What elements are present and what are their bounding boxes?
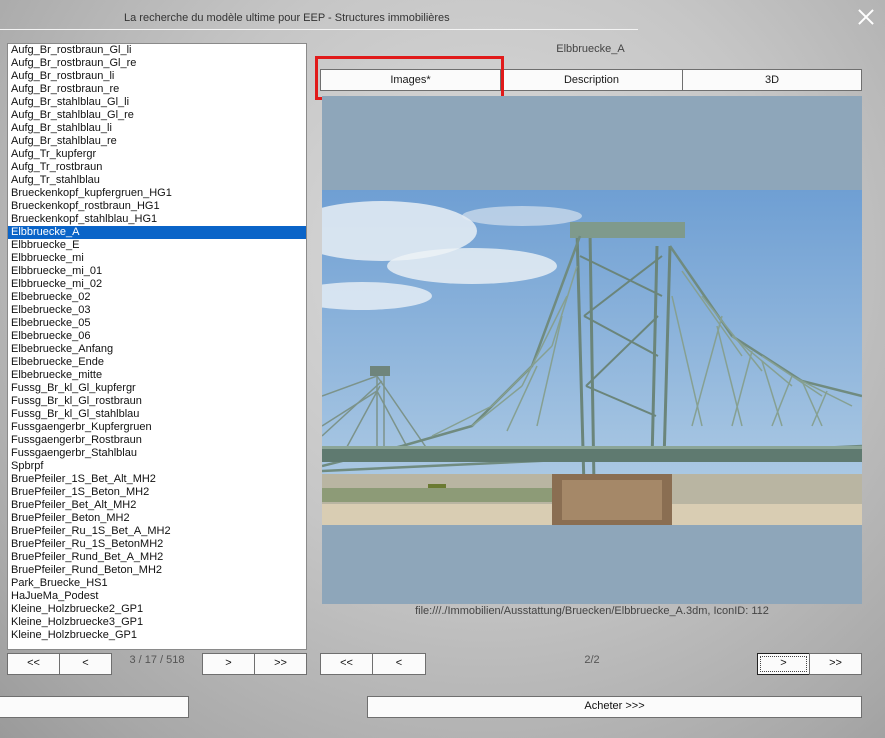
list-counter: 3 / 17 / 518	[129, 654, 185, 666]
close-icon[interactable]	[855, 6, 877, 28]
list-item[interactable]: Park_Bruecke_HS1	[8, 577, 306, 590]
list-item[interactable]: Elbebruecke_06	[8, 330, 306, 343]
list-item[interactable]: Aufg_Br_rostbraun_li	[8, 70, 306, 83]
list-item[interactable]: Aufg_Br_stahlblau_li	[8, 122, 306, 135]
list-prev-button[interactable]: <	[59, 653, 112, 675]
list-last-button[interactable]: >>	[254, 653, 307, 675]
list-item[interactable]: Aufg_Br_stahlblau_Gl_li	[8, 96, 306, 109]
list-item[interactable]: Aufg_Br_rostbraun_re	[8, 83, 306, 96]
list-item[interactable]: Elbebruecke_03	[8, 304, 306, 317]
list-item[interactable]: BruePfeiler_Rund_Beton_MH2	[8, 564, 306, 577]
list-item[interactable]: BruePfeiler_Ru_1S_Bet_A_MH2	[8, 525, 306, 538]
list-item[interactable]: BruePfeiler_Bet_Alt_MH2	[8, 499, 306, 512]
image-last-button[interactable]: >>	[809, 653, 862, 675]
model-name: Elbbruecke_A	[556, 43, 625, 55]
list-item[interactable]: Elbebruecke_05	[8, 317, 306, 330]
list-next-button[interactable]: >	[202, 653, 255, 675]
list-item[interactable]: Elbbruecke_mi_02	[8, 278, 306, 291]
list-item[interactable]: Aufg_Br_stahlblau_re	[8, 135, 306, 148]
list-item[interactable]: Elbbruecke_mi	[8, 252, 306, 265]
file-path-label: file:///./Immobilien/Ausstattung/Bruecke…	[415, 605, 769, 617]
list-item[interactable]: Aufg_Br_stahlblau_Gl_re	[8, 109, 306, 122]
buy-button[interactable]: Acheter >>>	[367, 696, 862, 718]
list-item[interactable]: Elbbruecke_A	[8, 226, 306, 239]
list-item[interactable]: Elbbruecke_E	[8, 239, 306, 252]
list-item[interactable]: BruePfeiler_Beton_MH2	[8, 512, 306, 525]
list-item[interactable]: Aufg_Tr_rostbraun	[8, 161, 306, 174]
list-item[interactable]: Fussgaengerbr_Rostbraun	[8, 434, 306, 447]
list-item[interactable]: Aufg_Br_rostbraun_Gl_re	[8, 57, 306, 70]
tab-3d[interactable]: 3D	[682, 69, 862, 91]
list-item[interactable]: BruePfeiler_1S_Beton_MH2	[8, 486, 306, 499]
list-item[interactable]: Aufg_Tr_stahlblau	[8, 174, 306, 187]
list-item[interactable]: Elbbruecke_mi_01	[8, 265, 306, 278]
list-first-button[interactable]: <<	[7, 653, 60, 675]
list-item[interactable]: HaJueMa_Podest	[8, 590, 306, 603]
list-item[interactable]: Spbrpf	[8, 460, 306, 473]
list-item[interactable]: Elbebruecke_Anfang	[8, 343, 306, 356]
list-item[interactable]: Brueckenkopf_stahlblau_HG1	[8, 213, 306, 226]
image-page-indicator: 2/2	[584, 654, 600, 666]
list-item[interactable]: Fussg_Br_kl_Gl_kupfergr	[8, 382, 306, 395]
list-item[interactable]: Kleine_Holzbruecke3_GP1	[8, 616, 306, 629]
list-item[interactable]: Kleine_Holzbruecke2_GP1	[8, 603, 306, 616]
title-divider	[0, 29, 638, 30]
list-item[interactable]: BruePfeiler_1S_Bet_Alt_MH2	[8, 473, 306, 486]
list-item[interactable]: Fussg_Br_kl_Gl_stahlblau	[8, 408, 306, 421]
list-item[interactable]: Fussg_Br_kl_Gl_rostbraun	[8, 395, 306, 408]
list-item[interactable]: Brueckenkopf_rostbraun_HG1	[8, 200, 306, 213]
image-next-button[interactable]: >	[757, 653, 810, 675]
list-item[interactable]: Elbebruecke_02	[8, 291, 306, 304]
window-title: La recherche du modèle ultime pour EEP -…	[124, 12, 450, 24]
list-item[interactable]: Fussgaengerbr_Stahlblau	[8, 447, 306, 460]
list-item[interactable]: BruePfeiler_Ru_1S_BetonMH2	[8, 538, 306, 551]
list-item[interactable]: Elbebruecke_mitte	[8, 369, 306, 382]
model-preview-image	[322, 96, 862, 604]
list-item[interactable]: Brueckenkopf_kupfergruen_HG1	[8, 187, 306, 200]
list-item[interactable]: Aufg_Tr_kupfergr	[8, 148, 306, 161]
list-item[interactable]: Aufg_Br_rostbraun_Gl_li	[8, 44, 306, 57]
model-list[interactable]: Aufg_Br_rostbraun_Gl_li Aufg_Br_rostbraun…	[7, 43, 307, 650]
list-item[interactable]: Elbebruecke_Ende	[8, 356, 306, 369]
bottom-left-button[interactable]	[0, 696, 189, 718]
tab-description[interactable]: Description	[500, 69, 683, 91]
image-first-button[interactable]: <<	[320, 653, 373, 675]
list-item[interactable]: Fussgaengerbr_Kupfergruen	[8, 421, 306, 434]
tab-images[interactable]: Images*	[320, 69, 501, 91]
list-item[interactable]: BruePfeiler_Rund_Bet_A_MH2	[8, 551, 306, 564]
image-prev-button[interactable]: <	[372, 653, 426, 675]
list-item[interactable]: Kleine_Holzbruecke_GP1	[8, 629, 306, 642]
